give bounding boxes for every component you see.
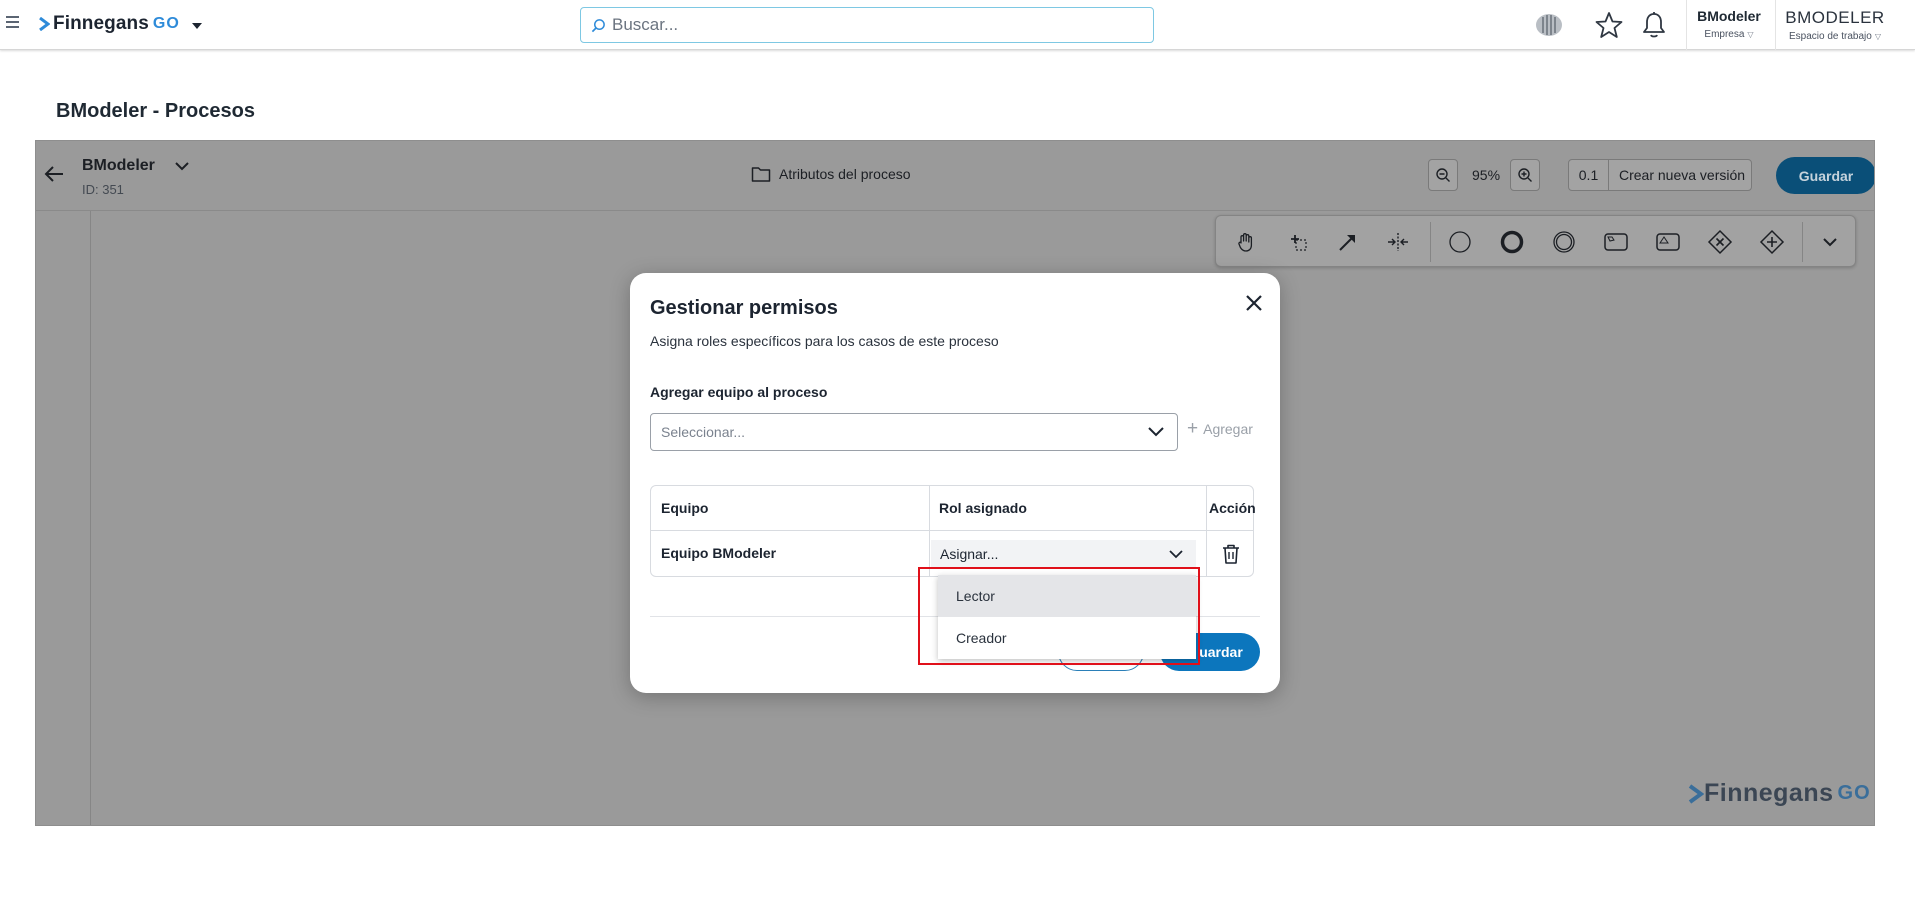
topbar-divider <box>1686 0 1687 50</box>
space-tool-icon[interactable] <box>1384 228 1412 256</box>
role-select-value: Asignar... <box>940 546 999 562</box>
workspace-caret-icon: ▽ <box>1874 32 1881 41</box>
watermark-chevron-icon <box>1688 783 1704 804</box>
hand-tool-icon[interactable] <box>1232 228 1260 256</box>
zoom-out-icon <box>1436 168 1450 182</box>
menu-icon[interactable] <box>6 16 19 30</box>
task-icon[interactable] <box>1602 228 1630 256</box>
team-cell: Equipo BModeler <box>661 545 777 561</box>
logo-go: GO <box>152 15 180 32</box>
back-arrow-icon[interactable] <box>43 163 65 185</box>
company-caret-icon: ▽ <box>1747 30 1754 39</box>
start-event-icon[interactable] <box>1446 228 1474 256</box>
role-select[interactable]: Asignar... <box>931 540 1196 568</box>
zoom-level: 95% <box>1472 167 1501 183</box>
brain-icon[interactable] <box>1534 10 1564 40</box>
end-event-icon[interactable] <box>1498 228 1526 256</box>
permissions-table: Equipo Rol asignado Acción Equipo BModel… <box>650 485 1256 577</box>
company-label-row: Empresa ▽ <box>1694 29 1764 40</box>
process-attributes-link[interactable]: Atributos del proceso <box>751 165 911 183</box>
app-logo[interactable]: Finnegans GO <box>38 12 202 36</box>
parallel-gateway-icon[interactable] <box>1758 228 1786 256</box>
workspace-selector[interactable]: BMODELER Espacio de trabajo ▽ <box>1780 8 1890 42</box>
search-input[interactable] <box>612 15 1132 35</box>
zoom-in-icon <box>1518 168 1532 182</box>
plus-icon: + <box>1187 418 1199 439</box>
watermark-text: Finnegans <box>1704 779 1834 807</box>
role-option-creador[interactable]: Creador <box>938 617 1196 659</box>
intermediate-event-icon[interactable] <box>1550 228 1578 256</box>
logo-text: Finnegans <box>53 13 149 34</box>
team-select-placeholder: Seleccionar... <box>661 424 746 440</box>
bpmn-toolbox <box>1215 215 1856 267</box>
add-team-button-label: Agregar <box>1203 421 1253 437</box>
search-icon <box>591 18 605 32</box>
lasso-tool-icon[interactable] <box>1284 228 1312 256</box>
topbar-divider <box>1775 0 1776 50</box>
caret-down-icon <box>191 23 202 29</box>
version-number: 0.1 <box>1569 160 1609 190</box>
watermark-logo: Finnegans GO <box>1688 779 1871 808</box>
column-divider <box>929 486 930 576</box>
role-dropdown: Lector Creador <box>938 575 1196 659</box>
folder-icon <box>751 167 771 182</box>
close-icon[interactable] <box>1242 291 1266 315</box>
search-bar[interactable] <box>580 7 1154 43</box>
star-icon[interactable] <box>1594 10 1624 40</box>
workspace-name: BMODELER <box>1785 8 1885 27</box>
process-name: BModeler <box>82 157 155 174</box>
add-team-button[interactable]: + Agregar <box>1187 418 1253 439</box>
workspace-label: Espacio de trabajo <box>1789 31 1872 42</box>
add-team-label: Agregar equipo al proceso <box>650 384 828 400</box>
chevron-down-icon <box>1169 550 1183 559</box>
canvas-divider <box>90 211 91 825</box>
company-name: BModeler <box>1697 8 1761 24</box>
team-select[interactable]: Seleccionar... <box>650 413 1178 451</box>
trash-icon[interactable] <box>1221 543 1241 565</box>
chevron-down-icon[interactable] <box>174 159 190 173</box>
workspace-label-row: Espacio de trabajo ▽ <box>1780 31 1890 42</box>
exclusive-gateway-icon[interactable] <box>1706 228 1734 256</box>
column-header-action: Acción <box>1209 500 1256 516</box>
more-tools-icon[interactable] <box>1816 228 1844 256</box>
column-header-team: Equipo <box>661 500 709 516</box>
company-selector[interactable]: BModeler Empresa ▽ <box>1694 8 1764 40</box>
role-option-lector[interactable]: Lector <box>938 575 1196 617</box>
save-process-button[interactable]: Guardar <box>1776 157 1874 194</box>
connect-tool-icon[interactable] <box>1334 228 1362 256</box>
chevron-down-icon <box>1148 427 1164 437</box>
column-header-role: Rol asignado <box>939 500 1027 516</box>
watermark-go: GO <box>1837 782 1871 804</box>
save-button-label: uardar <box>1199 644 1243 660</box>
create-version-button[interactable]: Crear nueva versión <box>1609 167 1745 183</box>
top-bar: Finnegans GO BModeler Empresa▽ BMODELER … <box>0 0 1915 50</box>
process-attributes-label: Atributos del proceso <box>779 166 911 182</box>
toolbox-divider <box>1430 222 1431 262</box>
process-id: ID: 351 <box>82 182 124 197</box>
editor-header: BModeler ID: 351 Atributos del proceso 9… <box>36 141 1874 211</box>
modal-title: Gestionar permisos <box>650 297 838 319</box>
bell-icon[interactable] <box>1639 10 1669 40</box>
subprocess-icon[interactable] <box>1654 228 1682 256</box>
toolbox-divider <box>1802 222 1803 262</box>
zoom-in-button[interactable] <box>1510 159 1540 191</box>
version-control: 0.1 Crear nueva versión <box>1568 159 1752 191</box>
column-divider <box>1206 486 1207 576</box>
modal-subtitle: Asigna roles específicos para los casos … <box>650 333 999 349</box>
page-title: BModeler - Procesos <box>56 100 255 122</box>
zoom-out-button[interactable] <box>1428 159 1458 191</box>
logo-chevron-icon <box>39 17 50 31</box>
company-label: Empresa <box>1704 29 1745 40</box>
